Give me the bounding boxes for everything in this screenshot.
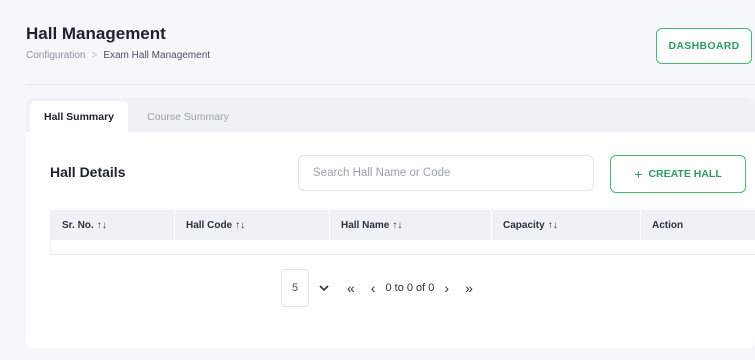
column-header-hall-name[interactable]: Hall Name ↑↓ xyxy=(341,210,402,240)
pagination-status: 0 to 0 of 0 xyxy=(385,282,435,294)
column-divider xyxy=(174,210,175,240)
sort-icon[interactable]: ↑↓ xyxy=(97,220,107,231)
column-header-hall-code[interactable]: Hall Code ↑↓ xyxy=(186,210,245,240)
create-hall-button[interactable]: + CREATE HALL xyxy=(610,155,746,193)
column-header-action: Action xyxy=(652,210,683,240)
column-divider xyxy=(329,210,330,240)
column-divider xyxy=(640,210,641,240)
column-header-capacity[interactable]: Capacity ↑↓ xyxy=(503,210,558,240)
search-input[interactable] xyxy=(298,155,594,191)
column-header-label: Action xyxy=(652,219,684,231)
sort-icon[interactable]: ↑↓ xyxy=(235,220,245,231)
breadcrumb-separator: > xyxy=(91,50,98,61)
pagination: 5 « ‹ 0 to 0 of 0 › » xyxy=(281,268,473,308)
create-hall-label: CREATE HALL xyxy=(648,168,722,180)
first-page-icon[interactable]: « xyxy=(347,280,355,296)
tab-bar: Hall Summary Course Summary xyxy=(26,98,755,132)
table-header: Sr. No. ↑↓ Hall Code ↑↓ Hall Name ↑↓ Cap… xyxy=(50,210,755,240)
column-header-label: Sr. No. xyxy=(62,219,94,231)
column-header-sr-no[interactable]: Sr. No. ↑↓ xyxy=(62,210,107,240)
breadcrumb-item-exam-hall-management: Exam Hall Management xyxy=(103,50,211,61)
breadcrumb-item-configuration[interactable]: Configuration xyxy=(26,50,85,61)
plus-icon: + xyxy=(634,166,643,182)
sort-icon[interactable]: ↑↓ xyxy=(548,220,558,231)
tab-course-summary[interactable]: Course Summary xyxy=(138,101,238,132)
table-body-empty xyxy=(50,240,755,255)
page-title: Hall Management xyxy=(26,24,166,43)
last-page-icon[interactable]: » xyxy=(465,280,473,296)
column-header-label: Hall Name xyxy=(341,219,390,231)
tab-hall-summary[interactable]: Hall Summary xyxy=(30,101,128,132)
column-divider xyxy=(491,210,492,240)
section-title: Hall Details xyxy=(50,164,126,180)
dashboard-button[interactable]: DASHBOARD xyxy=(656,28,752,64)
sort-icon[interactable]: ↑↓ xyxy=(392,220,402,231)
page-header: Hall Management Configuration > Exam Hal… xyxy=(0,0,755,84)
breadcrumb: Configuration > Exam Hall Management xyxy=(26,50,210,61)
content-card: Hall Summary Course Summary Hall Details… xyxy=(26,98,755,348)
column-header-label: Hall Code xyxy=(186,219,233,231)
page-size-select[interactable]: 5 xyxy=(281,269,309,307)
column-header-label: Capacity xyxy=(503,219,545,231)
chevron-down-icon[interactable] xyxy=(319,284,329,292)
next-page-icon[interactable]: › xyxy=(444,280,449,296)
previous-page-icon[interactable]: ‹ xyxy=(371,280,376,296)
header-divider xyxy=(26,84,755,85)
